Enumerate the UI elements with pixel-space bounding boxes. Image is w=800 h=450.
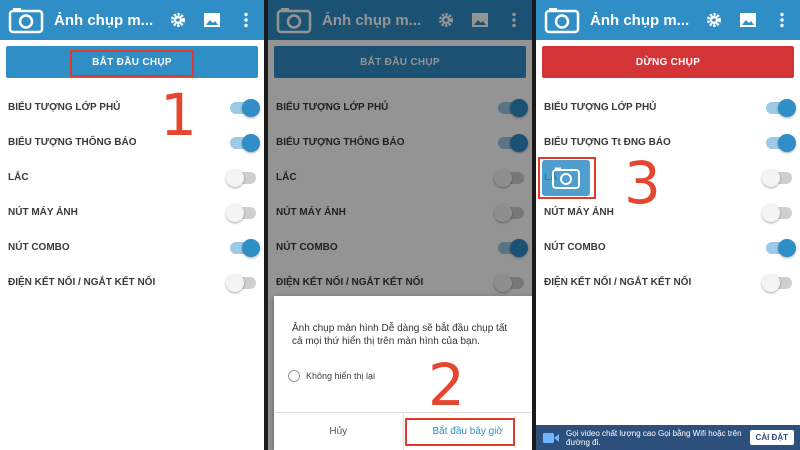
- setting-row-camera-button[interactable]: NÚT MÁY ẢNH: [536, 195, 800, 230]
- setting-label: ĐIỆN KẾT NỐI / NGẮT KẾT NỐI: [544, 277, 692, 288]
- app-title: Ảnh chụp m...: [54, 11, 154, 29]
- dont-show-again-label: Không hiển thị lại: [306, 371, 376, 381]
- gear-icon[interactable]: [168, 10, 188, 30]
- gallery-icon[interactable]: [738, 10, 758, 30]
- app-bar: Ảnh chụp m...: [0, 0, 264, 40]
- app-title: Ảnh chụp m...: [590, 11, 690, 29]
- setting-row-combo-button[interactable]: NÚT COMBO: [536, 230, 800, 265]
- cancel-button[interactable]: Hủy: [274, 413, 404, 450]
- gallery-icon[interactable]: [202, 10, 222, 30]
- more-vertical-icon[interactable]: [772, 10, 792, 30]
- radio-checkbox[interactable]: [288, 370, 300, 382]
- setting-label: BIỂU TƯỢNG LỚP PHỦ: [8, 102, 121, 113]
- setting-row-shake[interactable]: LẮC: [0, 160, 264, 195]
- stop-capture-button[interactable]: DỪNG CHỤP: [542, 46, 794, 78]
- toggle-switch[interactable]: [766, 98, 796, 117]
- toggle-switch[interactable]: [230, 238, 260, 257]
- dialog-message: Ảnh chụp màn hình Dễ dàng sẽ bắt đầu chụ…: [292, 323, 508, 347]
- screen-panel-2: Ảnh chụp m... BẮT ĐẦU CHỤP BIỂU TƯỢNG LỚ…: [268, 0, 532, 450]
- ad-banner[interactable]: Gọi video chất lượng cao Gọi bằng Wifi h…: [536, 425, 800, 450]
- setting-label: BIỂU TƯỢNG LỚP PHỦ: [544, 102, 657, 113]
- setting-row-power-connect[interactable]: ĐIỆN KẾT NỐI / NGẮT KẾT NỐI: [536, 265, 800, 300]
- setting-row-overlay-icon[interactable]: BIỂU TƯỢNG LỚP PHỦ: [0, 90, 264, 125]
- setting-label: NÚT COMBO: [8, 242, 70, 253]
- setting-row-notification-icon[interactable]: BIỂU TƯỢNG Tt ĐNG BÁO: [536, 125, 800, 160]
- toggle-switch[interactable]: [226, 273, 256, 292]
- step-2-highlight: [405, 418, 515, 446]
- toggle-switch[interactable]: [766, 133, 796, 152]
- setting-label: NÚT MÁY ẢNH: [544, 207, 614, 218]
- setting-label: BIỂU TƯỢNG Tt ĐNG BÁO: [544, 137, 671, 148]
- step-2-number: 2: [428, 351, 465, 419]
- setting-row-overlay-icon[interactable]: BIỂU TƯỢNG LỚP PHỦ: [536, 90, 800, 125]
- app-bar: Ảnh chụp m...: [536, 0, 800, 40]
- toggle-switch[interactable]: [230, 133, 260, 152]
- install-button[interactable]: CÀI ĐẶT: [749, 430, 794, 445]
- dont-show-again-option[interactable]: Không hiển thị lại: [288, 370, 375, 382]
- setting-row-camera-button[interactable]: NÚT MÁY ẢNH: [0, 195, 264, 230]
- setting-label: NÚT MÁY ẢNH: [8, 207, 78, 218]
- toggle-switch[interactable]: [762, 168, 792, 187]
- setting-label: BIỂU TƯỢNG THÔNG BÁO: [8, 137, 137, 148]
- setting-label: ĐIỆN KẾT NỐI / NGẮT KẾT NỐI: [8, 277, 156, 288]
- toggle-switch[interactable]: [230, 98, 260, 117]
- step-1-number: 1: [160, 81, 197, 149]
- toggle-switch[interactable]: [762, 203, 792, 222]
- setting-row-power-connect[interactable]: ĐIỆN KẾT NỐI / NGẮT KẾT NỐI: [0, 265, 264, 300]
- camera-logo-icon: [8, 8, 44, 34]
- step-3-number: 3: [624, 149, 661, 217]
- toggle-switch[interactable]: [762, 273, 792, 292]
- ad-text: Gọi video chất lượng cao Gọi bằng Wifi h…: [566, 428, 742, 447]
- more-vertical-icon[interactable]: [236, 10, 256, 30]
- toggle-switch[interactable]: [226, 203, 256, 222]
- step-3-highlight: [538, 157, 596, 199]
- video-call-icon: [543, 432, 559, 443]
- toggle-switch[interactable]: [226, 168, 256, 187]
- screen-panel-3: Ảnh chụp m... DỪNG CHỤP BIỂU TƯỢNG LỚP P…: [536, 0, 800, 450]
- setting-label: NÚT COMBO: [544, 242, 606, 253]
- camera-logo-icon: [544, 8, 580, 34]
- setting-label: LẮC: [8, 172, 29, 183]
- toggle-switch[interactable]: [766, 238, 796, 257]
- step-1-highlight: [70, 50, 194, 77]
- setting-row-notification-icon[interactable]: BIỂU TƯỢNG THÔNG BÁO: [0, 125, 264, 160]
- gear-icon[interactable]: [704, 10, 724, 30]
- setting-row-combo-button[interactable]: NÚT COMBO: [0, 230, 264, 265]
